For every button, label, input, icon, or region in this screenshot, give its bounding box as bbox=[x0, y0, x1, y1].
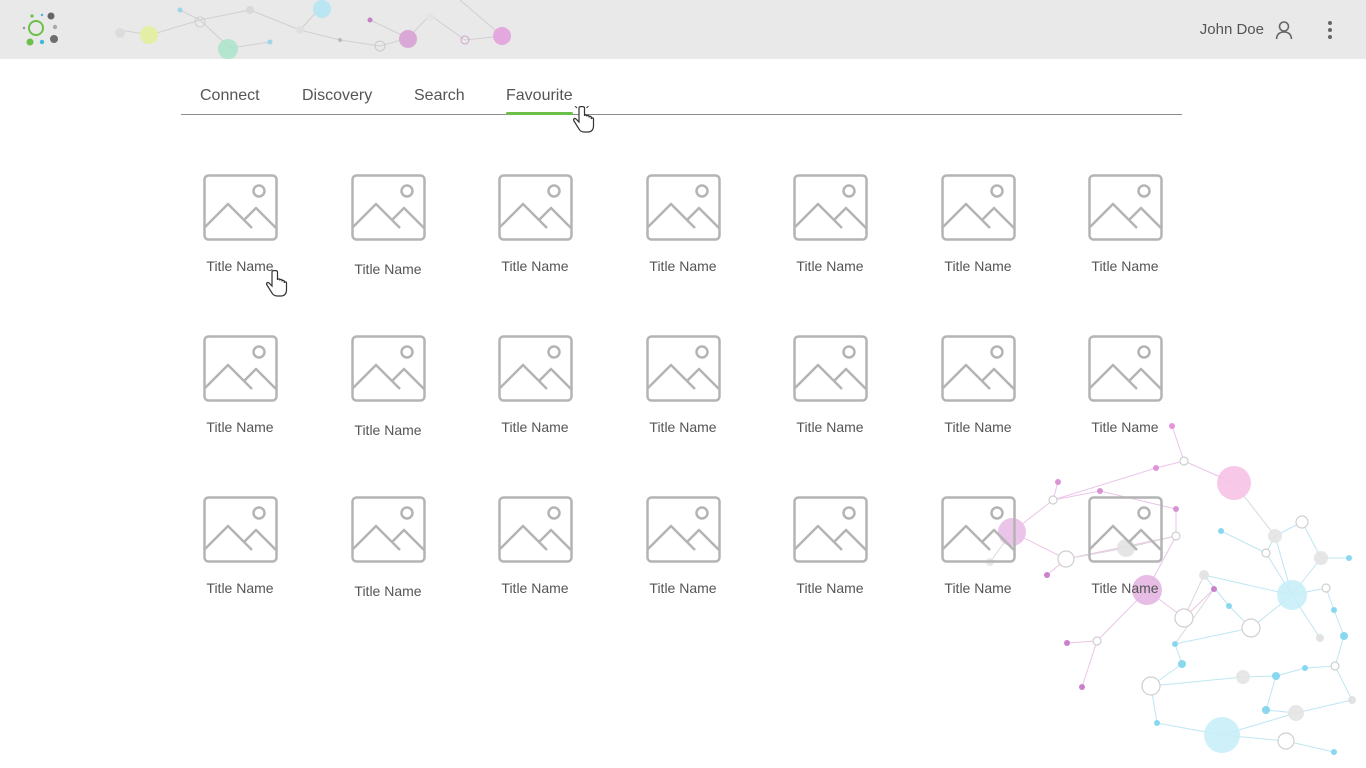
image-placeholder-icon bbox=[351, 174, 426, 241]
card-title: Title Name bbox=[796, 580, 864, 596]
favourites-grid: Title Name Title Name Title Name Title Name… bbox=[0, 0, 1366, 768]
favourite-card[interactable]: Title Name bbox=[480, 496, 590, 616]
image-placeholder-icon bbox=[941, 335, 1016, 402]
image-placeholder-icon bbox=[646, 174, 721, 241]
image-placeholder-icon bbox=[498, 174, 573, 241]
favourite-card[interactable]: Title Name bbox=[1070, 496, 1180, 616]
card-title: Title Name bbox=[944, 419, 1012, 435]
image-placeholder-icon bbox=[646, 496, 721, 563]
card-title: Title Name bbox=[1091, 419, 1159, 435]
image-placeholder-icon bbox=[793, 174, 868, 241]
favourite-card[interactable]: Title Name bbox=[1070, 174, 1180, 294]
card-title: Title Name bbox=[1091, 258, 1159, 274]
card-title: Title Name bbox=[796, 419, 864, 435]
favourite-card[interactable]: Title Name bbox=[775, 335, 885, 455]
favourite-card[interactable]: Title Name bbox=[628, 496, 738, 616]
card-title: Title Name bbox=[206, 419, 274, 435]
card-title: Title Name bbox=[354, 583, 422, 599]
image-placeholder-icon bbox=[646, 335, 721, 402]
favourite-card[interactable]: Title Name bbox=[923, 335, 1033, 455]
favourite-card[interactable]: Title Name bbox=[185, 174, 295, 294]
favourite-card[interactable]: Title Name bbox=[333, 174, 443, 294]
image-placeholder-icon bbox=[351, 496, 426, 563]
card-title: Title Name bbox=[206, 580, 274, 596]
favourite-card[interactable]: Title Name bbox=[628, 174, 738, 294]
favourite-card[interactable]: Title Name bbox=[775, 174, 885, 294]
card-title: Title Name bbox=[944, 580, 1012, 596]
favourite-card[interactable]: Title Name bbox=[1070, 335, 1180, 455]
image-placeholder-icon bbox=[1088, 496, 1163, 563]
image-placeholder-icon bbox=[1088, 335, 1163, 402]
favourite-card[interactable]: Title Name bbox=[775, 496, 885, 616]
card-title: Title Name bbox=[354, 422, 422, 438]
card-title: Title Name bbox=[501, 580, 569, 596]
card-title: Title Name bbox=[649, 419, 717, 435]
image-placeholder-icon bbox=[203, 335, 278, 402]
favourite-card[interactable]: Title Name bbox=[628, 335, 738, 455]
image-placeholder-icon bbox=[793, 496, 868, 563]
image-placeholder-icon bbox=[498, 335, 573, 402]
card-title: Title Name bbox=[206, 258, 274, 274]
card-title: Title Name bbox=[1091, 580, 1159, 596]
image-placeholder-icon bbox=[1088, 174, 1163, 241]
image-placeholder-icon bbox=[203, 496, 278, 563]
image-placeholder-icon bbox=[203, 174, 278, 241]
image-placeholder-icon bbox=[498, 496, 573, 563]
card-title: Title Name bbox=[649, 258, 717, 274]
card-title: Title Name bbox=[944, 258, 1012, 274]
favourite-card[interactable]: Title Name bbox=[923, 496, 1033, 616]
image-placeholder-icon bbox=[941, 174, 1016, 241]
favourite-card[interactable]: Title Name bbox=[480, 174, 590, 294]
favourite-card[interactable]: Title Name bbox=[333, 496, 443, 616]
favourite-card[interactable]: Title Name bbox=[923, 174, 1033, 294]
image-placeholder-icon bbox=[941, 496, 1016, 563]
favourite-card[interactable]: Title Name bbox=[480, 335, 590, 455]
card-title: Title Name bbox=[501, 258, 569, 274]
favourite-card[interactable]: Title Name bbox=[185, 496, 295, 616]
card-title: Title Name bbox=[354, 261, 422, 277]
image-placeholder-icon bbox=[793, 335, 868, 402]
card-title: Title Name bbox=[649, 580, 717, 596]
favourite-card[interactable]: Title Name bbox=[333, 335, 443, 455]
card-title: Title Name bbox=[501, 419, 569, 435]
favourite-card[interactable]: Title Name bbox=[185, 335, 295, 455]
card-title: Title Name bbox=[796, 258, 864, 274]
image-placeholder-icon bbox=[351, 335, 426, 402]
